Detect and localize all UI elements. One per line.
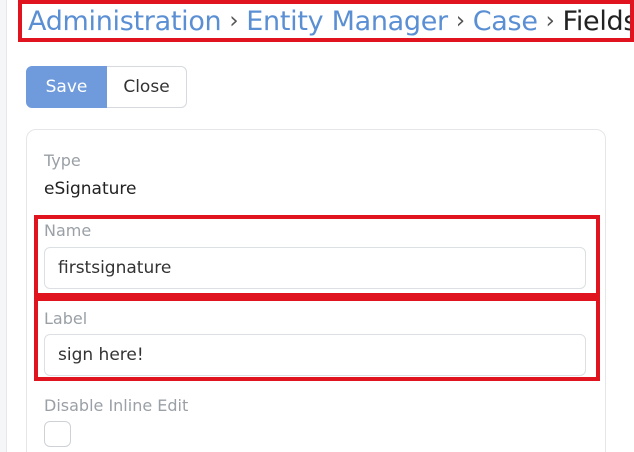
close-button[interactable]: Close [107,66,187,108]
name-input[interactable]: firstsignature [44,247,586,289]
breadcrumb-separator: › [229,8,239,34]
save-button[interactable]: Save [26,66,107,108]
breadcrumb-link-entity-manager[interactable]: Entity Manager [246,6,448,37]
action-button-group: Save Close [26,66,187,108]
disable-inline-edit-checkbox[interactable] [44,421,71,447]
breadcrumb-link-case[interactable]: Case [473,6,538,37]
breadcrumb-separator: › [455,8,465,34]
label-label: Label [44,309,88,328]
breadcrumb-link-administration[interactable]: Administration [28,6,222,37]
page: Administration › Entity Manager › Case ›… [0,0,634,452]
type-label: Type [44,151,81,170]
left-gutter [0,0,7,452]
breadcrumb: Administration › Entity Manager › Case ›… [18,0,634,42]
name-label: Name [44,221,92,240]
breadcrumb-current: Fields [562,5,634,37]
label-input[interactable]: sign here! [44,334,586,376]
breadcrumb-separator: › [545,8,555,34]
type-value: eSignature [44,179,137,199]
disable-inline-edit-label: Disable Inline Edit [44,396,189,415]
